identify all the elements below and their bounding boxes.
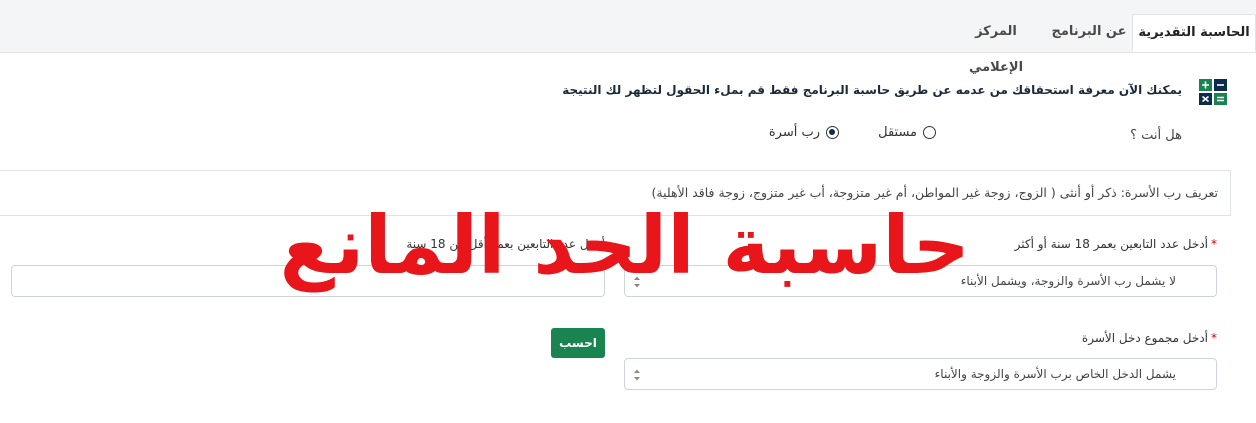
watermark-title: حاسبة الحد المانع: [279, 199, 970, 292]
radio-label: مستقل: [878, 125, 917, 140]
question-label: هل أنت ؟: [1130, 128, 1182, 143]
radio-checked-icon[interactable]: [826, 126, 839, 139]
required-mark: *: [1211, 237, 1217, 251]
tab-estimator[interactable]: الحاسبة التقديرية: [1132, 14, 1256, 52]
radio-unchecked-icon[interactable]: [923, 126, 936, 139]
income-placeholder: يشمل الدخل الخاص برب الأسرة والزوجة والأ…: [934, 367, 1176, 381]
required-mark: *: [1211, 331, 1217, 345]
income-label: *أدخل مجموع دخل الأسرة: [1081, 331, 1217, 345]
intro-text: يمكنك الآن معرفة استحقاقك من عدمه عن طري…: [562, 83, 1182, 97]
dependents-18-plus-placeholder: لا يشمل رب الأسرة والزوجة، ويشمل الأبناء: [960, 274, 1176, 288]
income-input[interactable]: يشمل الدخل الخاص برب الأسرة والزوجة والأ…: [624, 358, 1217, 390]
tab-about[interactable]: عن البرنامج: [1046, 14, 1132, 52]
tab-media-center[interactable]: المركز الإعلامي: [946, 14, 1046, 75]
radio-head-of-family[interactable]: رب أسرة: [769, 125, 839, 140]
radio-independent[interactable]: مستقل: [878, 125, 936, 140]
dependents-18-plus-label: *أدخل عدد التابعين بعمر 18 سنة أو أكثر: [1014, 237, 1217, 251]
calculator-icon: [1199, 79, 1227, 105]
number-spinner-icon[interactable]: [633, 368, 641, 382]
tabs-bar: الحاسبة التقديرية عن البرنامج المركز الإ…: [0, 0, 1256, 75]
radio-label: رب أسرة: [768, 125, 820, 140]
calculate-button[interactable]: احسب: [551, 328, 605, 358]
